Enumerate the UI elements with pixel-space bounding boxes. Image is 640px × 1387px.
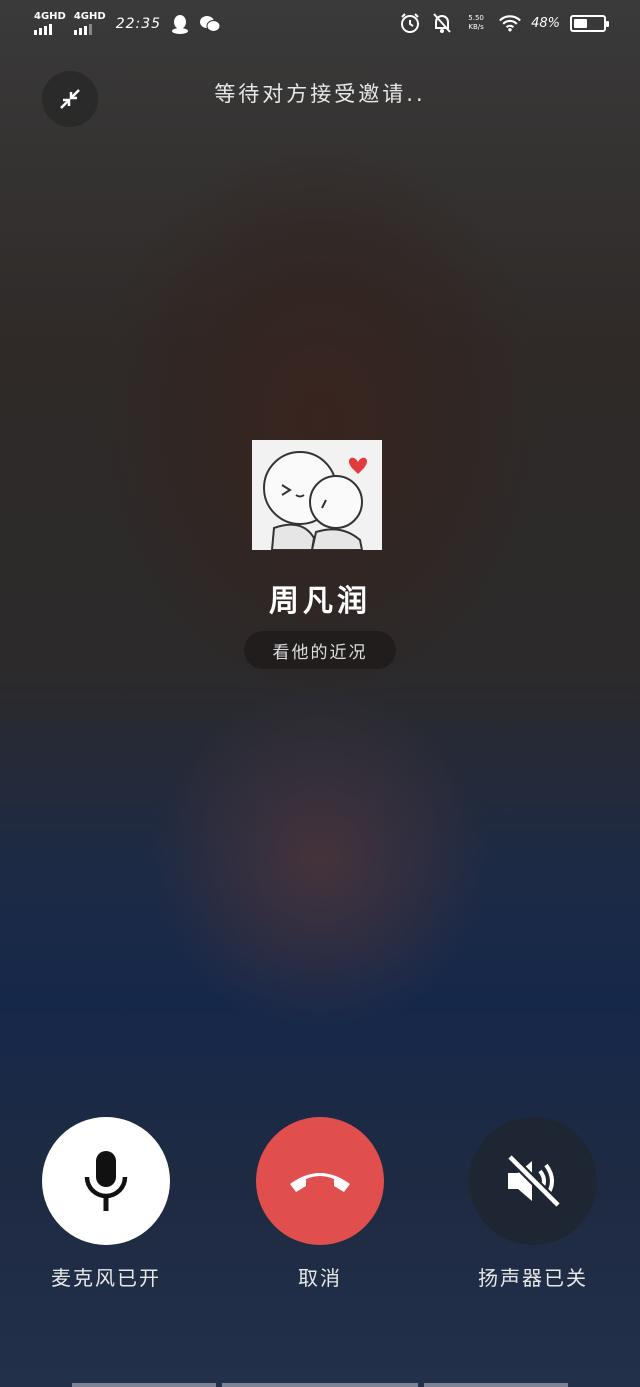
battery-percent: 48% — [531, 15, 560, 31]
nav-indicator-left — [72, 1383, 216, 1387]
status-left: 4GHD 4GHD 22:35 — [34, 12, 221, 35]
microphone-icon — [84, 1151, 128, 1211]
contact-avatar[interactable] — [252, 440, 382, 550]
avatar-image — [252, 440, 382, 550]
alarm-icon — [399, 12, 421, 34]
qq-icon — [169, 13, 191, 35]
wechat-icon — [199, 13, 221, 35]
speaker-button[interactable] — [469, 1117, 597, 1245]
signal-bars-icon — [34, 24, 52, 35]
network-speed-unit: KB/s — [468, 23, 484, 31]
contact-name: 周凡润 — [269, 584, 371, 619]
battery-fill — [574, 18, 588, 28]
status-right: 5.50 KB/s 48% — [399, 12, 609, 34]
view-recent-moments-link[interactable]: 看他的近况 — [244, 631, 396, 669]
speaker-muted-icon — [506, 1153, 562, 1209]
signal-2: 4GHD — [73, 11, 106, 35]
network-speed-value: 5.50 — [468, 14, 484, 22]
cancel-call-button[interactable] — [256, 1117, 384, 1245]
network-type-2: 4GHD — [73, 11, 106, 22]
bell-muted-icon — [431, 12, 453, 34]
call-status-text: 等待对方接受邀请.. — [214, 82, 426, 106]
signal-bars-icon — [73, 24, 92, 35]
network-type-1: 4GHD — [34, 11, 66, 22]
signal-1: 4GHD — [34, 12, 66, 35]
speaker-label: 扬声器已关 — [478, 1266, 588, 1290]
status-bar: 4GHD 4GHD 22:35 5.50 KB/s 48% — [0, 0, 640, 50]
battery-icon — [570, 14, 609, 32]
cancel-label: 取消 — [298, 1266, 342, 1290]
wifi-icon — [499, 12, 521, 34]
phone-hangup-icon — [290, 1173, 350, 1192]
microphone-button[interactable] — [42, 1117, 170, 1245]
network-speed: 5.50 KB/s — [463, 14, 489, 32]
nav-indicator-center — [222, 1383, 418, 1387]
clock: 22:35 — [115, 15, 162, 32]
nav-indicator-right — [424, 1383, 568, 1387]
microphone-label: 麦克风已开 — [51, 1266, 161, 1290]
